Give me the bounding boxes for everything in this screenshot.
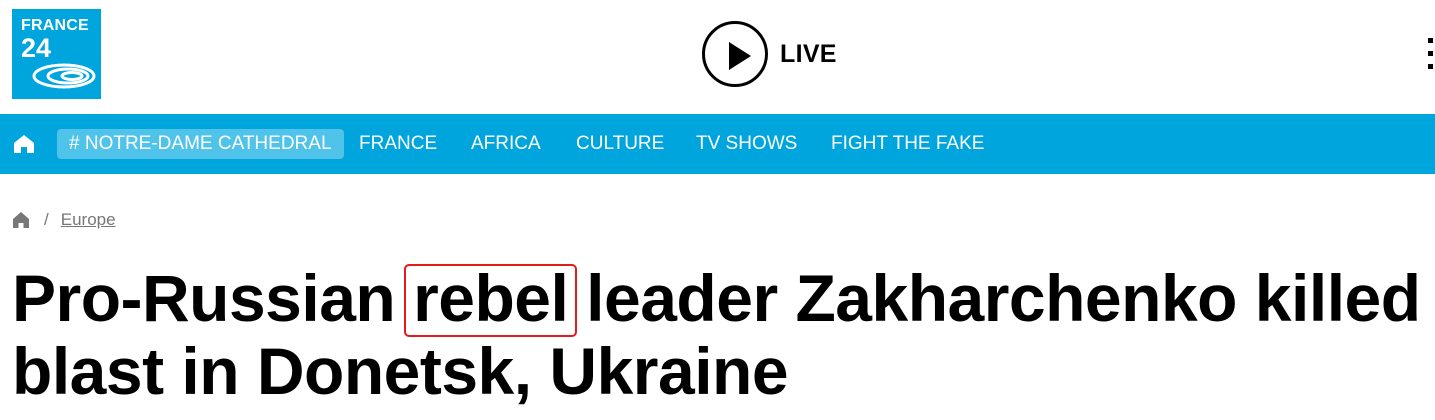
live-label: LIVE — [780, 39, 837, 68]
article-headline: Pro-Russian rebel leader Zakharchenko ki… — [12, 262, 1435, 408]
play-icon — [702, 21, 768, 87]
nav-item-fight-the-fake[interactable]: FIGHT THE FAKE — [831, 114, 984, 174]
live-button[interactable]: LIVE — [702, 21, 837, 87]
france24-logo[interactable]: FRANCE 24 — [12, 9, 101, 99]
headline-part2: leader Zakharchenko killed in — [568, 261, 1435, 335]
more-menu-icon[interactable] — [1428, 38, 1435, 72]
breadcrumb: / Europe — [12, 207, 116, 233]
logo-line1: FRANCE — [21, 17, 89, 34]
nav-item-culture[interactable]: CULTURE — [576, 114, 664, 174]
site-header: FRANCE 24 LIVE — [0, 0, 1435, 114]
home-icon[interactable] — [13, 134, 35, 154]
nav-tag-notre-dame[interactable]: # NOTRE-DAME CATHEDRAL — [57, 129, 344, 159]
home-icon[interactable] — [12, 211, 30, 229]
headline-highlighted-word: rebel — [404, 261, 578, 337]
breadcrumb-separator: / — [44, 210, 49, 229]
logo-line2: 24 — [21, 33, 52, 63]
breadcrumb-link-europe[interactable]: Europe — [61, 210, 116, 230]
nav-item-tv-shows[interactable]: TV SHOWS — [696, 114, 797, 174]
nav-item-france[interactable]: FRANCE — [359, 114, 437, 174]
headline-part1: Pro-Russian — [12, 261, 414, 335]
nav-item-africa[interactable]: AFRICA — [471, 114, 541, 174]
main-nav: # NOTRE-DAME CATHEDRAL FRANCE AFRICA CUL… — [0, 114, 1435, 174]
headline-line2: blast in Donetsk, Ukraine — [12, 334, 789, 408]
